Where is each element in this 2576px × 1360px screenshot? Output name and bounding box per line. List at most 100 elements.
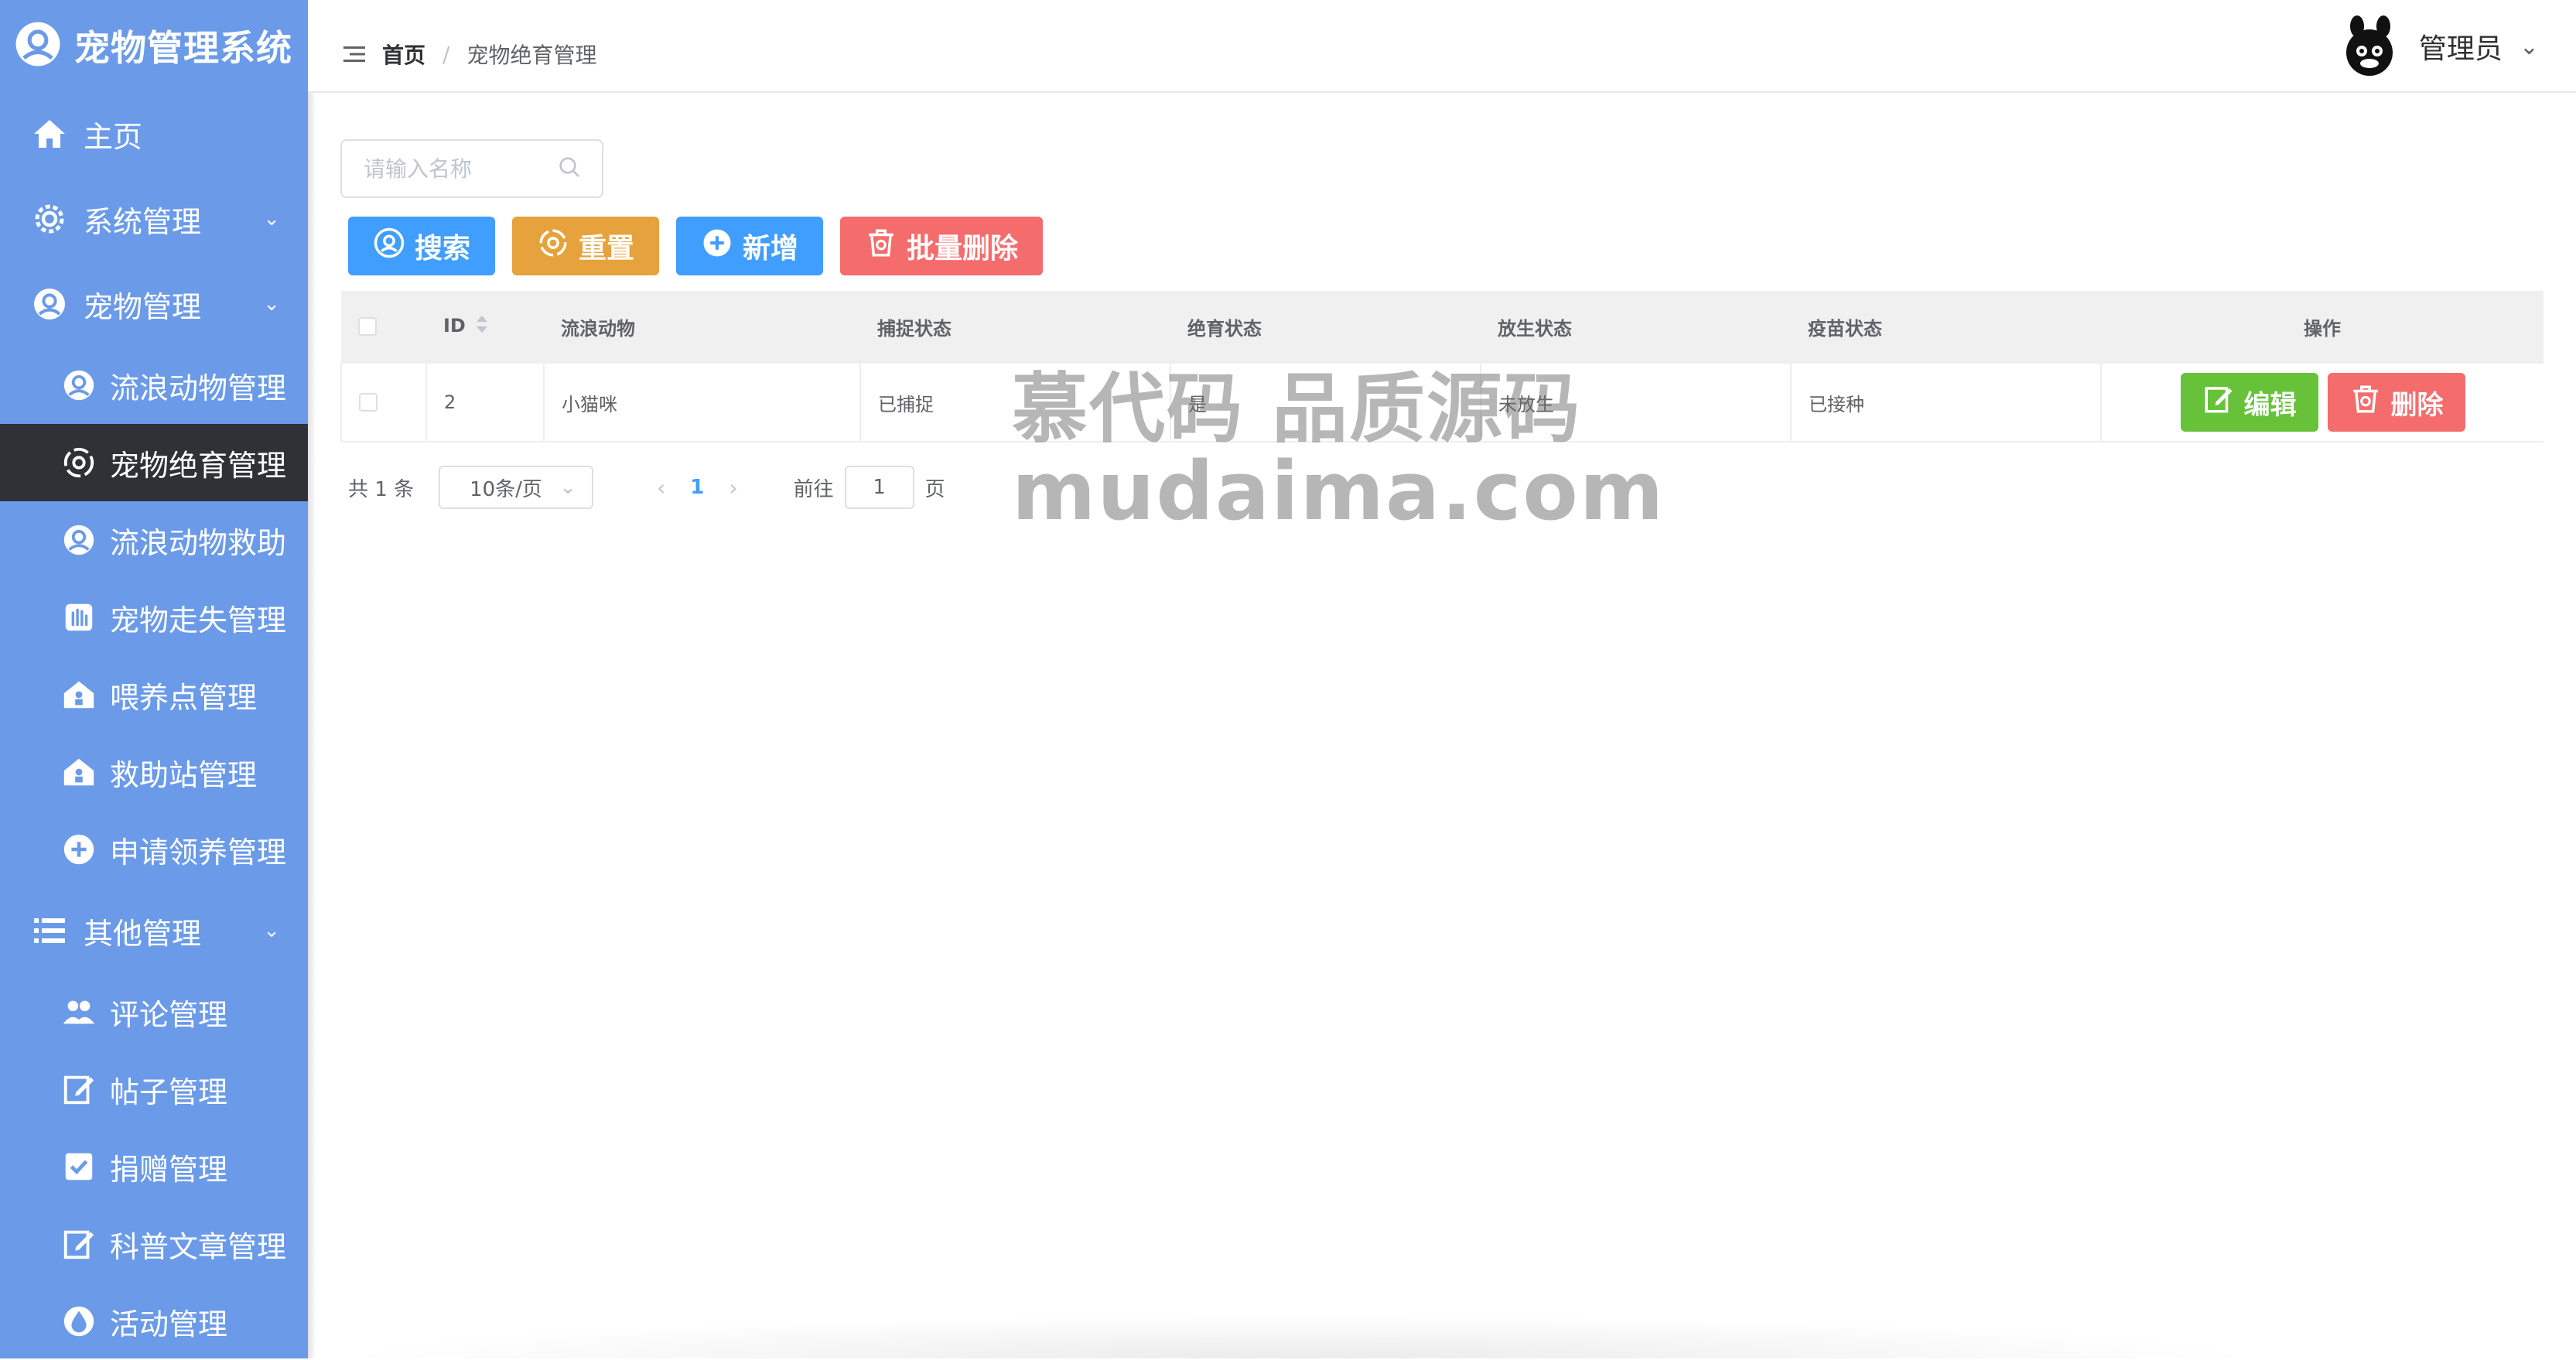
refresh-icon <box>537 227 569 266</box>
brand: 宠物管理系统 <box>14 14 292 77</box>
column-header-release: 放生状态 <box>1481 291 1791 364</box>
column-header-actions: 操作 <box>2101 291 2544 364</box>
sidebar-item-label: 捐赠管理 <box>110 1152 228 1187</box>
sidebar-item-rescue-station[interactable]: 救助站管理 <box>0 733 308 811</box>
page-size-select[interactable]: 10条/页 ⌄ <box>439 466 594 509</box>
batch-delete-button-label: 批量删除 <box>907 233 1019 265</box>
house-icon <box>59 675 99 715</box>
top-header: 首页 / 宠物绝育管理 管理员 ⌄ <box>308 0 2576 93</box>
search-button-label: 搜索 <box>415 233 471 265</box>
sidebar-item-label: 流浪动物救助 <box>110 525 287 560</box>
row-checkbox[interactable] <box>359 393 378 412</box>
sidebar-item-label: 评论管理 <box>110 997 228 1032</box>
list-icon <box>29 911 70 951</box>
search-input[interactable] <box>362 155 557 183</box>
column-header-animal: 流浪动物 <box>544 291 860 364</box>
sidebar-item-label: 帖子管理 <box>110 1075 228 1109</box>
next-page-icon[interactable]: › <box>729 475 737 501</box>
pagination-total: 共 1 条 <box>348 477 415 501</box>
edit-icon <box>59 1224 99 1264</box>
sidebar-item-activities[interactable]: 活动管理 <box>0 1283 308 1360</box>
sidebar-item-label: 救助站管理 <box>110 757 258 792</box>
house-icon <box>59 752 99 792</box>
column-header-capture: 捕捉状态 <box>860 291 1170 364</box>
chevron-down-icon: ⌄ <box>2519 32 2539 60</box>
sidebar-item-posts[interactable]: 帖子管理 <box>0 1051 308 1128</box>
sidebar-item-lost-pet[interactable]: 宠物走失管理 <box>0 579 308 656</box>
menu-toggle-icon[interactable] <box>343 45 365 63</box>
pet-icon <box>59 520 99 560</box>
sidebar-item-label: 喂养点管理 <box>110 680 258 715</box>
sidebar-item-donations[interactable]: 捐赠管理 <box>0 1128 308 1205</box>
reset-button-label: 重置 <box>579 233 635 265</box>
sidebar-item-stray-rescue[interactable]: 流浪动物救助 <box>0 501 308 579</box>
sidebar-item-label: 流浪动物管理 <box>110 371 287 405</box>
goto-page-input[interactable] <box>844 466 914 509</box>
edit-button-label: 编辑 <box>2243 389 2297 421</box>
main-content: 搜索 重置 新增 批量删除 ID 流浪动物 捕捉状态 绝育状态 放生状态 疫苗状… <box>308 93 2576 1358</box>
cell-sterilize: 是 <box>1170 363 1481 443</box>
trash-icon <box>2349 383 2382 422</box>
user-name: 管理员 <box>2418 33 2503 65</box>
gear-icon <box>29 199 70 239</box>
plus-circle-icon <box>701 227 733 266</box>
sidebar-item-other[interactable]: 其他管理 ⌄ <box>0 888 308 973</box>
sidebar-item-feeding-point[interactable]: 喂养点管理 <box>0 656 308 733</box>
users-icon <box>59 992 99 1032</box>
delete-button[interactable]: 删除 <box>2327 373 2465 432</box>
cell-actions: 编辑 删除 <box>2101 363 2544 443</box>
header-checkbox-cell <box>341 291 426 364</box>
cell-capture: 已捕捉 <box>860 363 1171 443</box>
breadcrumb-current: 宠物绝育管理 <box>466 43 597 68</box>
edit-button[interactable]: 编辑 <box>2180 373 2318 432</box>
sidebar-item-label: 活动管理 <box>110 1307 228 1341</box>
sidebar: 宠物管理系统 主页 系统管理 ⌄ 宠物管理 ⌄ 流浪动物管理 宠物绝育管理 流浪… <box>0 0 308 1358</box>
sidebar-nav: 主页 系统管理 ⌄ 宠物管理 ⌄ 流浪动物管理 宠物绝育管理 流浪动物救助 宠物… <box>0 91 308 1360</box>
search-button[interactable]: 搜索 <box>348 217 496 275</box>
trash-icon <box>865 227 897 266</box>
sort-icon[interactable] <box>475 314 489 339</box>
sidebar-item-comments[interactable]: 评论管理 <box>0 973 308 1051</box>
plus-circle-icon <box>59 829 99 870</box>
row-checkbox-cell <box>340 363 427 443</box>
pet-icon <box>29 284 70 324</box>
sidebar-item-stray-animal[interactable]: 流浪动物管理 <box>0 347 308 424</box>
page-number-current[interactable]: 1 <box>690 476 704 499</box>
add-button[interactable]: 新增 <box>676 217 824 275</box>
sidebar-item-home[interactable]: 主页 <box>0 91 308 176</box>
eye-icon <box>59 443 99 483</box>
sidebar-item-label: 宠物走失管理 <box>110 603 287 637</box>
table-row: 2 小猫咪 已捕捉 是 未放生 已接种 编辑 删除 <box>340 363 2544 443</box>
sidebar-item-system[interactable]: 系统管理 ⌄ <box>0 176 308 261</box>
sidebar-item-label: 其他管理 <box>84 916 202 951</box>
hand-icon <box>59 597 99 637</box>
sidebar-item-articles[interactable]: 科普文章管理 <box>0 1205 308 1283</box>
sidebar-item-pet[interactable]: 宠物管理 ⌄ <box>0 261 308 347</box>
breadcrumb: 首页 / 宠物绝育管理 <box>382 39 596 70</box>
prev-page-icon[interactable]: ‹ <box>657 475 665 501</box>
cell-vaccine: 已接种 <box>1791 363 2102 443</box>
user-menu[interactable]: 管理员 ⌄ <box>2337 14 2539 79</box>
sidebar-item-sterilization[interactable]: 宠物绝育管理 <box>0 424 308 501</box>
drop-icon <box>59 1301 99 1341</box>
column-header-sterilize: 绝育状态 <box>1170 291 1481 364</box>
sidebar-item-label: 主页 <box>84 119 143 154</box>
avatar <box>2337 14 2402 79</box>
select-all-checkbox[interactable] <box>358 317 377 336</box>
breadcrumb-home[interactable]: 首页 <box>382 39 425 70</box>
cell-id: 2 <box>426 363 545 443</box>
column-header-id[interactable]: ID <box>426 291 544 364</box>
cell-release: 未放生 <box>1481 363 1792 443</box>
chevron-down-icon: ⌄ <box>263 919 280 942</box>
breadcrumb-separator: / <box>442 41 450 67</box>
edit-icon <box>59 1069 99 1109</box>
sidebar-item-adoption[interactable]: 申请领养管理 <box>0 811 308 888</box>
page-size-value: 10条/页 <box>470 477 542 501</box>
reset-button[interactable]: 重置 <box>512 217 660 275</box>
search-field[interactable] <box>340 139 603 198</box>
batch-delete-button[interactable]: 批量删除 <box>840 217 1044 275</box>
sidebar-item-label: 科普文章管理 <box>110 1229 287 1264</box>
home-icon <box>29 114 70 154</box>
delete-button-label: 删除 <box>2390 389 2444 421</box>
pet-logo-icon <box>14 20 62 71</box>
